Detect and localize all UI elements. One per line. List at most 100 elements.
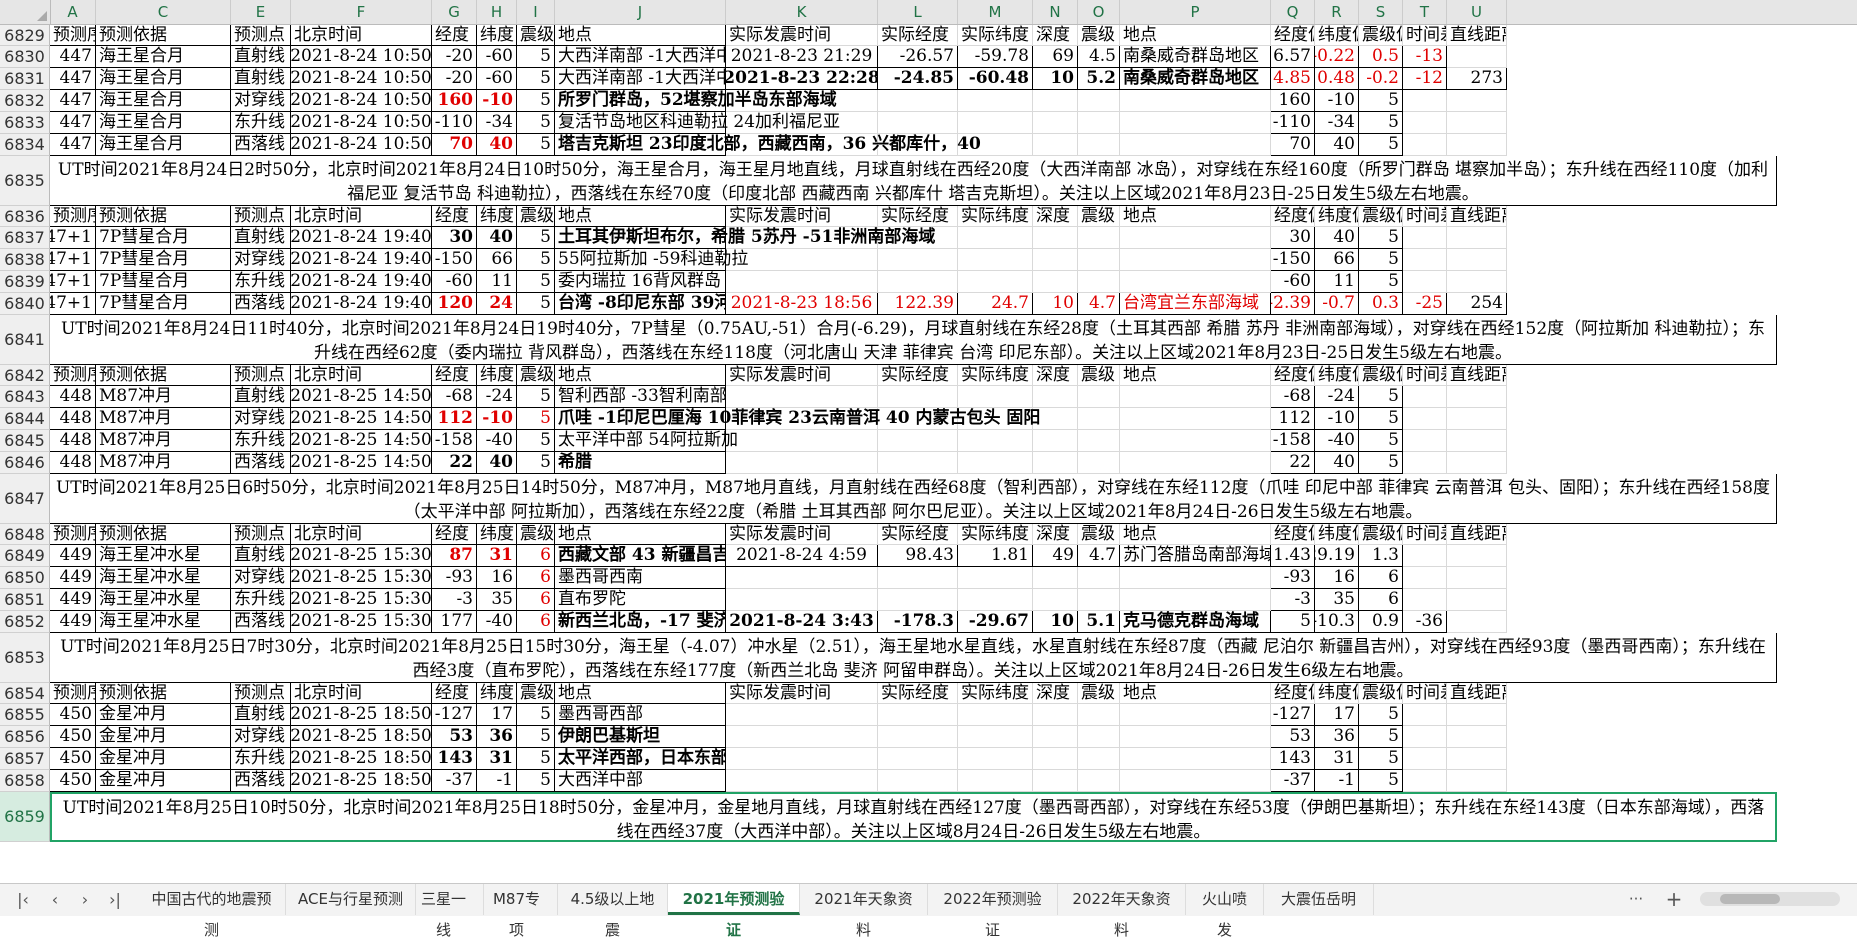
header-dlat[interactable]: 纬度偏 — [1315, 25, 1359, 46]
cell-depth[interactable] — [1033, 567, 1078, 589]
cell-dmag[interactable]: 5 — [1359, 249, 1403, 271]
cell-line[interactable]: 直射线 — [231, 545, 291, 567]
cell-depth[interactable] — [1033, 726, 1078, 748]
cell-dmag[interactable]: 5 — [1359, 430, 1403, 452]
cell-dlat[interactable]: 16 — [1315, 567, 1359, 589]
cell-amag[interactable] — [1078, 704, 1120, 726]
header-lat[interactable]: 纬度 — [477, 365, 517, 386]
cell-dmag[interactable]: 5 — [1359, 452, 1403, 474]
cell-aplace[interactable] — [1120, 726, 1271, 748]
header-line[interactable]: 预测点 — [231, 365, 291, 386]
cell-time[interactable]: 2021-8-24 19:40 — [291, 293, 432, 315]
cell-dtime[interactable] — [1403, 112, 1447, 134]
last-sheet-icon[interactable]: ›| — [104, 888, 126, 912]
cell-amag[interactable]: 4.7 — [1078, 545, 1120, 567]
next-sheet-icon[interactable]: › — [74, 888, 96, 912]
cell-dist[interactable] — [1447, 452, 1507, 474]
cell-depth[interactable]: 10 — [1033, 68, 1078, 90]
header-mag[interactable]: 震级 — [517, 365, 555, 386]
forecast-note-cell[interactable]: UT时间2021年8月24日2时50分，北京时间2021年8月24日10时50分… — [50, 156, 1777, 206]
column-header-O[interactable]: O — [1078, 0, 1120, 24]
cell-id[interactable]: 450 — [50, 726, 96, 748]
cell-alat[interactable] — [958, 271, 1033, 293]
cell-alat[interactable] — [958, 748, 1033, 770]
cell-dmag[interactable]: 5 — [1359, 112, 1403, 134]
cell-depth[interactable] — [1033, 704, 1078, 726]
cell-dtime[interactable] — [1403, 589, 1447, 611]
column-header-N[interactable]: N — [1033, 0, 1078, 24]
header-amag[interactable]: 震级 — [1078, 683, 1120, 704]
header-alon[interactable]: 实际经度 — [878, 524, 958, 545]
cell-place[interactable]: 墨西哥西部 — [555, 704, 726, 726]
header-dtime[interactable]: 时间差 — [1403, 25, 1447, 46]
row-number[interactable]: 6840 — [0, 293, 50, 315]
cell-amag[interactable] — [1078, 748, 1120, 770]
cell-dmag[interactable]: 5 — [1359, 227, 1403, 249]
header-id[interactable]: 预测序 — [50, 683, 96, 704]
cell-dist[interactable] — [1447, 589, 1507, 611]
cell-ats[interactable] — [726, 726, 878, 748]
cell-place[interactable]: 55阿拉斯加 -59科迪勒拉 — [555, 249, 748, 271]
cell-aplace[interactable] — [1120, 112, 1271, 134]
header-id[interactable]: 预测序 — [50, 365, 96, 386]
cell-depth[interactable] — [1033, 271, 1078, 293]
cell-lon[interactable]: -110 — [432, 112, 477, 134]
cell-ats[interactable] — [726, 271, 878, 293]
header-line[interactable]: 预测点 — [231, 683, 291, 704]
header-ats[interactable]: 实际发震时间 — [726, 25, 878, 46]
cell-dmag[interactable]: 5 — [1359, 704, 1403, 726]
cell-place[interactable]: 大西洋南部 -1大西洋中 — [555, 68, 726, 90]
cell-lat[interactable]: -10 — [477, 90, 517, 112]
cell-mag[interactable]: 5 — [517, 249, 555, 271]
header-amag[interactable]: 震级 — [1078, 25, 1120, 46]
cell-basis[interactable]: 金星冲月 — [96, 704, 231, 726]
cell-lat[interactable]: -10 — [477, 408, 517, 430]
cell-dist[interactable] — [1447, 134, 1507, 156]
cell-dlat[interactable]: -34 — [1315, 112, 1359, 134]
cell-dlon[interactable]: 70 — [1271, 134, 1315, 156]
cell-dlat[interactable]: 31 — [1315, 748, 1359, 770]
cell-dist[interactable] — [1447, 271, 1507, 293]
cell-dtime[interactable] — [1403, 748, 1447, 770]
cell-dlon[interactable]: -93 — [1271, 567, 1315, 589]
cell-alon[interactable] — [878, 567, 958, 589]
header-dmag[interactable]: 震级偏 — [1359, 206, 1403, 227]
header-id[interactable]: 预测序 — [50, 25, 96, 46]
header-dlat[interactable]: 纬度偏 — [1315, 365, 1359, 386]
cell-aplace[interactable]: 克马德克群岛海域 — [1120, 611, 1271, 633]
cell-depth[interactable]: 10 — [1033, 293, 1078, 315]
cell-depth[interactable]: 69 — [1033, 46, 1078, 68]
cell-dlon[interactable]: -11.43 — [1271, 545, 1315, 567]
cell-mag[interactable]: 5 — [517, 408, 555, 430]
cell-alon[interactable] — [878, 452, 958, 474]
header-place[interactable]: 地点 — [555, 206, 726, 227]
cell-place[interactable]: 太平洋西部，日本东部海域 — [555, 748, 726, 770]
sheet-tab[interactable]: 中国古代的地震预测 — [138, 884, 286, 939]
header-aplace[interactable]: 地点 — [1120, 25, 1271, 46]
cell-dlon[interactable]: -158 — [1271, 430, 1315, 452]
cell-amag[interactable]: 4.7 — [1078, 293, 1120, 315]
column-header-I[interactable]: I — [517, 0, 555, 24]
row-number[interactable]: 6841 — [0, 315, 50, 365]
cell-dist[interactable]: 254 — [1447, 293, 1507, 315]
cell-basis[interactable]: 7P彗星合月 — [96, 227, 231, 249]
cell-id[interactable]: 447+1 — [50, 249, 96, 271]
cell-time[interactable]: 2021-8-25 14:50 — [291, 386, 432, 408]
cell-ats[interactable] — [726, 430, 878, 452]
cell-aplace[interactable] — [1120, 430, 1271, 452]
cell-ats[interactable]: 2021-8-23 21:29 — [726, 46, 878, 68]
header-time[interactable]: 北京时间 — [291, 683, 432, 704]
cell-depth[interactable] — [1033, 770, 1078, 792]
cell-place[interactable]: 大西洋南部 -1大西洋中 — [555, 46, 726, 68]
row-number[interactable]: 6854 — [0, 683, 50, 704]
cell-id[interactable]: 447 — [50, 46, 96, 68]
cell-dtime[interactable] — [1403, 249, 1447, 271]
cell-ats[interactable] — [726, 386, 878, 408]
cell-alon[interactable] — [878, 589, 958, 611]
cell-alat[interactable] — [958, 227, 1033, 249]
header-basis[interactable]: 预测依据 — [96, 206, 231, 227]
cell-dmag[interactable]: -0.2 — [1359, 68, 1403, 90]
cell-dtime[interactable] — [1403, 90, 1447, 112]
column-header-C[interactable]: C — [96, 0, 231, 24]
cell-alat[interactable] — [958, 90, 1033, 112]
